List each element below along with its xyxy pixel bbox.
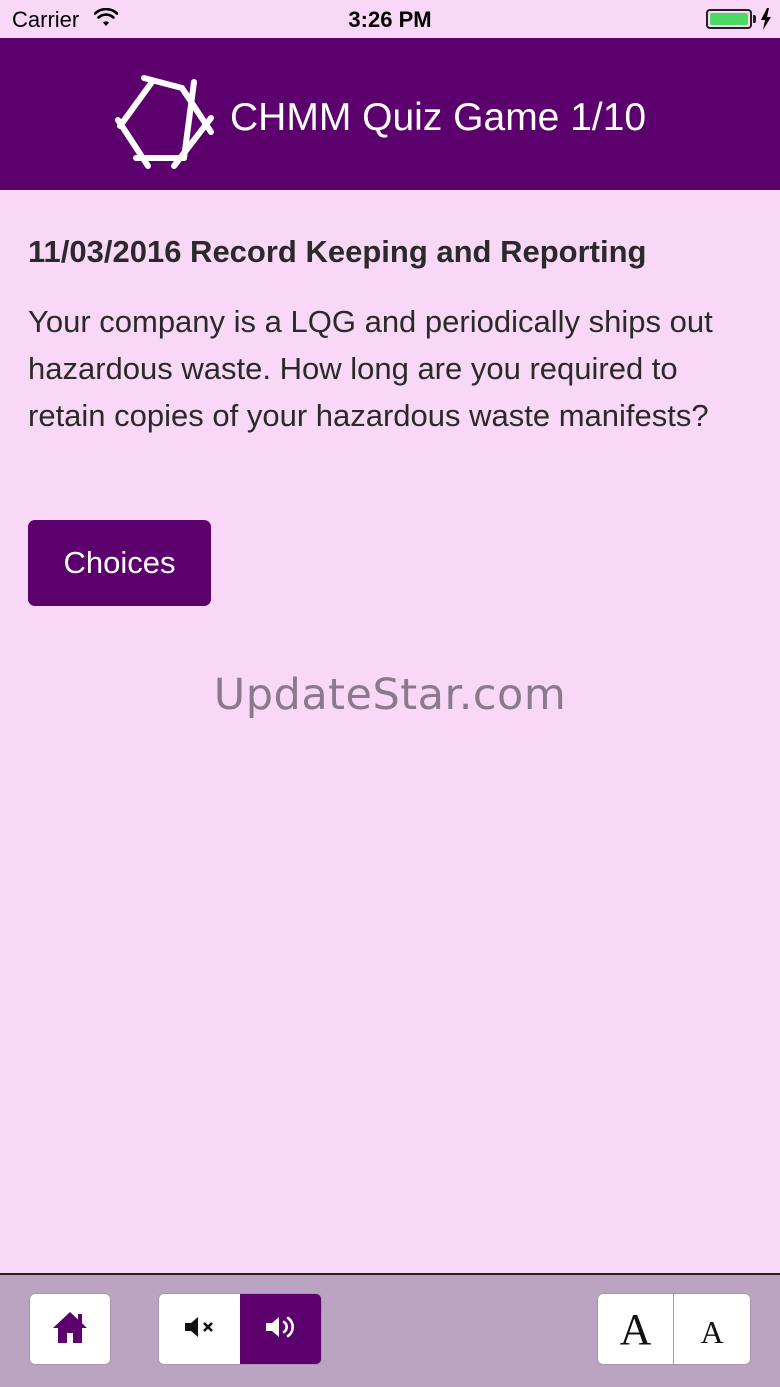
question-title: 11/03/2016 Record Keeping and Reporting [28, 234, 647, 269]
watermark: UpdateStar.com [213, 670, 567, 720]
speaker-mute-icon [183, 1315, 217, 1344]
question-panel: 11/03/2016 Record Keeping and Reporting … [28, 232, 752, 439]
clock: 3:26 PM [348, 7, 432, 32]
font-size-control: A A [597, 1293, 751, 1365]
sound-toggle [158, 1293, 322, 1365]
status-bar: Carrier 3:26 PM [0, 0, 780, 38]
battery-icon [706, 9, 752, 29]
home-icon [51, 1310, 89, 1349]
mute-button[interactable] [159, 1294, 240, 1364]
charging-icon [760, 8, 772, 35]
speaker-on-icon [264, 1314, 298, 1345]
home-button[interactable] [29, 1293, 111, 1365]
font-smaller-button[interactable]: A [674, 1294, 750, 1364]
app-header: CHMM Quiz Game 1/10 [0, 38, 780, 190]
choices-button[interactable]: Choices [28, 520, 211, 606]
font-larger-button[interactable]: A [598, 1294, 674, 1364]
question-text: Your company is a LQG and periodically s… [28, 304, 713, 433]
page-title: CHMM Quiz Game 1/10 [230, 96, 647, 139]
bottom-toolbar: A A [0, 1273, 780, 1387]
sound-on-button[interactable] [240, 1294, 321, 1364]
hexagon-logo-icon [114, 74, 214, 175]
battery-cap [753, 15, 756, 23]
